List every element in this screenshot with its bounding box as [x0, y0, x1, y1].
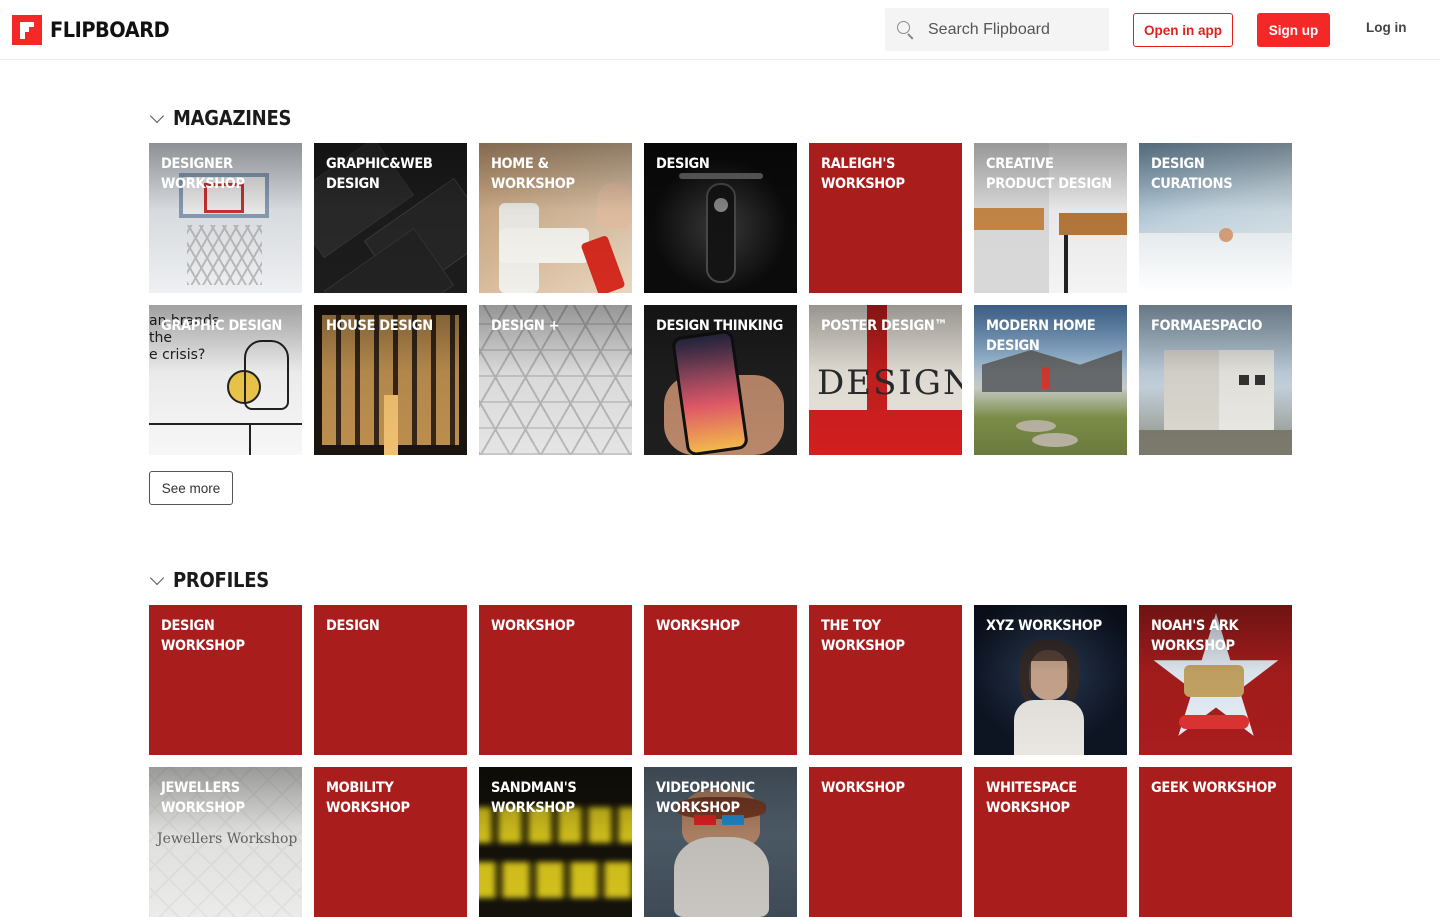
sign-up-button[interactable]: Sign up: [1257, 13, 1330, 47]
tile-title: WORKSHOP: [821, 780, 905, 796]
tile-title: RALEIGH'S WORKSHOP: [821, 156, 905, 192]
tile-title: THE TOY WORKSHOP: [821, 618, 905, 654]
section-title: PROFILES: [173, 568, 269, 592]
search-input[interactable]: [928, 20, 1098, 39]
tile-title: XYZ WORKSHOP: [986, 618, 1102, 634]
tile-title: GEEK WORKSHOP: [1151, 780, 1277, 796]
chevron-down-icon[interactable]: [149, 572, 165, 588]
profile-tile[interactable]: NOAH'S ARK WORKSHOP: [1139, 605, 1292, 755]
flipboard-logo[interactable]: FLIPBOARD: [12, 15, 180, 45]
magazine-tile[interactable]: HOME & WORKSHOP: [479, 143, 632, 293]
profile-tile[interactable]: SANDMAN'S WORKSHOP: [479, 767, 632, 917]
tile-title: POSTER DESIGN™: [821, 318, 948, 334]
tile-title: HOME & WORKSHOP: [491, 156, 575, 192]
tile-title: FORMAESPACIO: [1151, 318, 1263, 334]
profile-tile[interactable]: DESIGN WORKSHOP: [149, 605, 302, 755]
chevron-down-icon[interactable]: [149, 110, 165, 126]
magazine-tile[interactable]: CREATIVE PRODUCT DESIGN: [974, 143, 1127, 293]
search-box[interactable]: [885, 8, 1109, 51]
profile-tile[interactable]: THE TOY WORKSHOP: [809, 605, 962, 755]
magazine-tile[interactable]: RALEIGH'S WORKSHOP: [809, 143, 962, 293]
tile-title: MODERN HOME DESIGN: [986, 318, 1096, 354]
open-in-app-button[interactable]: Open in app: [1133, 13, 1233, 47]
tile-title: DESIGN +: [491, 318, 560, 334]
tile-title: VIDEOPHONIC WORKSHOP: [656, 780, 755, 816]
tile-title: DESIGN: [326, 618, 380, 634]
log-in-link[interactable]: Log in: [1366, 20, 1407, 35]
magazine-tile[interactable]: MODERN HOME DESIGN: [974, 305, 1127, 455]
tile-title: NOAH'S ARK WORKSHOP: [1151, 618, 1239, 654]
search-icon: [897, 20, 915, 39]
profile-tile[interactable]: XYZ WORKSHOP: [974, 605, 1127, 755]
magazine-tile[interactable]: DESIGN CURATIONS: [1139, 143, 1292, 293]
magazine-tile[interactable]: HOUSE DESIGN: [314, 305, 467, 455]
profile-tile[interactable]: WORKSHOP: [809, 767, 962, 917]
magazine-tile[interactable]: DESIGN +: [479, 305, 632, 455]
tile-title: DESIGN THINKING: [656, 318, 783, 334]
profile-tile[interactable]: GEEK WORKSHOP: [1139, 767, 1292, 917]
tile-title: GRAPHIC DESIGN: [161, 318, 282, 334]
tile-title: MOBILITY WORKSHOP: [326, 780, 410, 816]
flipboard-logo-icon: [12, 15, 42, 45]
magazine-tile[interactable]: DESIGNER WORKSHOP: [149, 143, 302, 293]
top-header: FLIPBOARD Open in app Sign up Log in: [0, 0, 1440, 60]
magazine-tile[interactable]: GRAPHIC&WEB DESIGN: [314, 143, 467, 293]
tile-title: DESIGN CURATIONS: [1151, 156, 1233, 192]
tile-title: WHITESPACE WORKSHOP: [986, 780, 1077, 816]
tile-title: SANDMAN'S WORKSHOP: [491, 780, 577, 816]
logo-text: FLIPBOARD: [50, 18, 170, 42]
magazines-section-header[interactable]: MAGAZINES: [149, 106, 304, 130]
tile-title: DESIGNER WORKSHOP: [161, 156, 245, 192]
profiles-section-header[interactable]: PROFILES: [149, 568, 280, 592]
magazines-grid: DESIGNER WORKSHOP GRAPHIC&WEB DESIGN HOME …: [149, 143, 1292, 455]
tile-title: DESIGN: [656, 156, 710, 172]
magazine-tile[interactable]: an brandsthee crisis?GRAPHIC DESIGN: [149, 305, 302, 455]
profile-tile[interactable]: VIDEOPHONIC WORKSHOP: [644, 767, 797, 917]
profile-tile[interactable]: WHITESPACE WORKSHOP: [974, 767, 1127, 917]
tile-title: WORKSHOP: [491, 618, 575, 634]
tile-title: DESIGN WORKSHOP: [161, 618, 245, 654]
magazine-tile[interactable]: DESIGN: [644, 143, 797, 293]
profile-tile[interactable]: Jewellers WorkshopJEWELLERS WORKSHOP: [149, 767, 302, 917]
see-more-button[interactable]: See more: [149, 471, 233, 505]
profiles-grid: DESIGN WORKSHOP DESIGN WORKSHOP WORKSHOP THE…: [149, 605, 1292, 917]
tile-title: HOUSE DESIGN: [326, 318, 433, 334]
magazine-tile[interactable]: DESIGNPOSTER DESIGN™: [809, 305, 962, 455]
profile-tile[interactable]: DESIGN: [314, 605, 467, 755]
profile-tile[interactable]: WORKSHOP: [479, 605, 632, 755]
tile-title: GRAPHIC&WEB DESIGN: [326, 156, 433, 192]
magazine-tile[interactable]: FORMAESPACIO: [1139, 305, 1292, 455]
tile-title: CREATIVE PRODUCT DESIGN: [986, 156, 1112, 192]
tile-title: JEWELLERS WORKSHOP: [161, 780, 245, 816]
profile-tile[interactable]: MOBILITY WORKSHOP: [314, 767, 467, 917]
profile-tile[interactable]: WORKSHOP: [644, 605, 797, 755]
tile-title: WORKSHOP: [656, 618, 740, 634]
magazine-tile[interactable]: DESIGN THINKING: [644, 305, 797, 455]
section-title: MAGAZINES: [173, 106, 292, 130]
